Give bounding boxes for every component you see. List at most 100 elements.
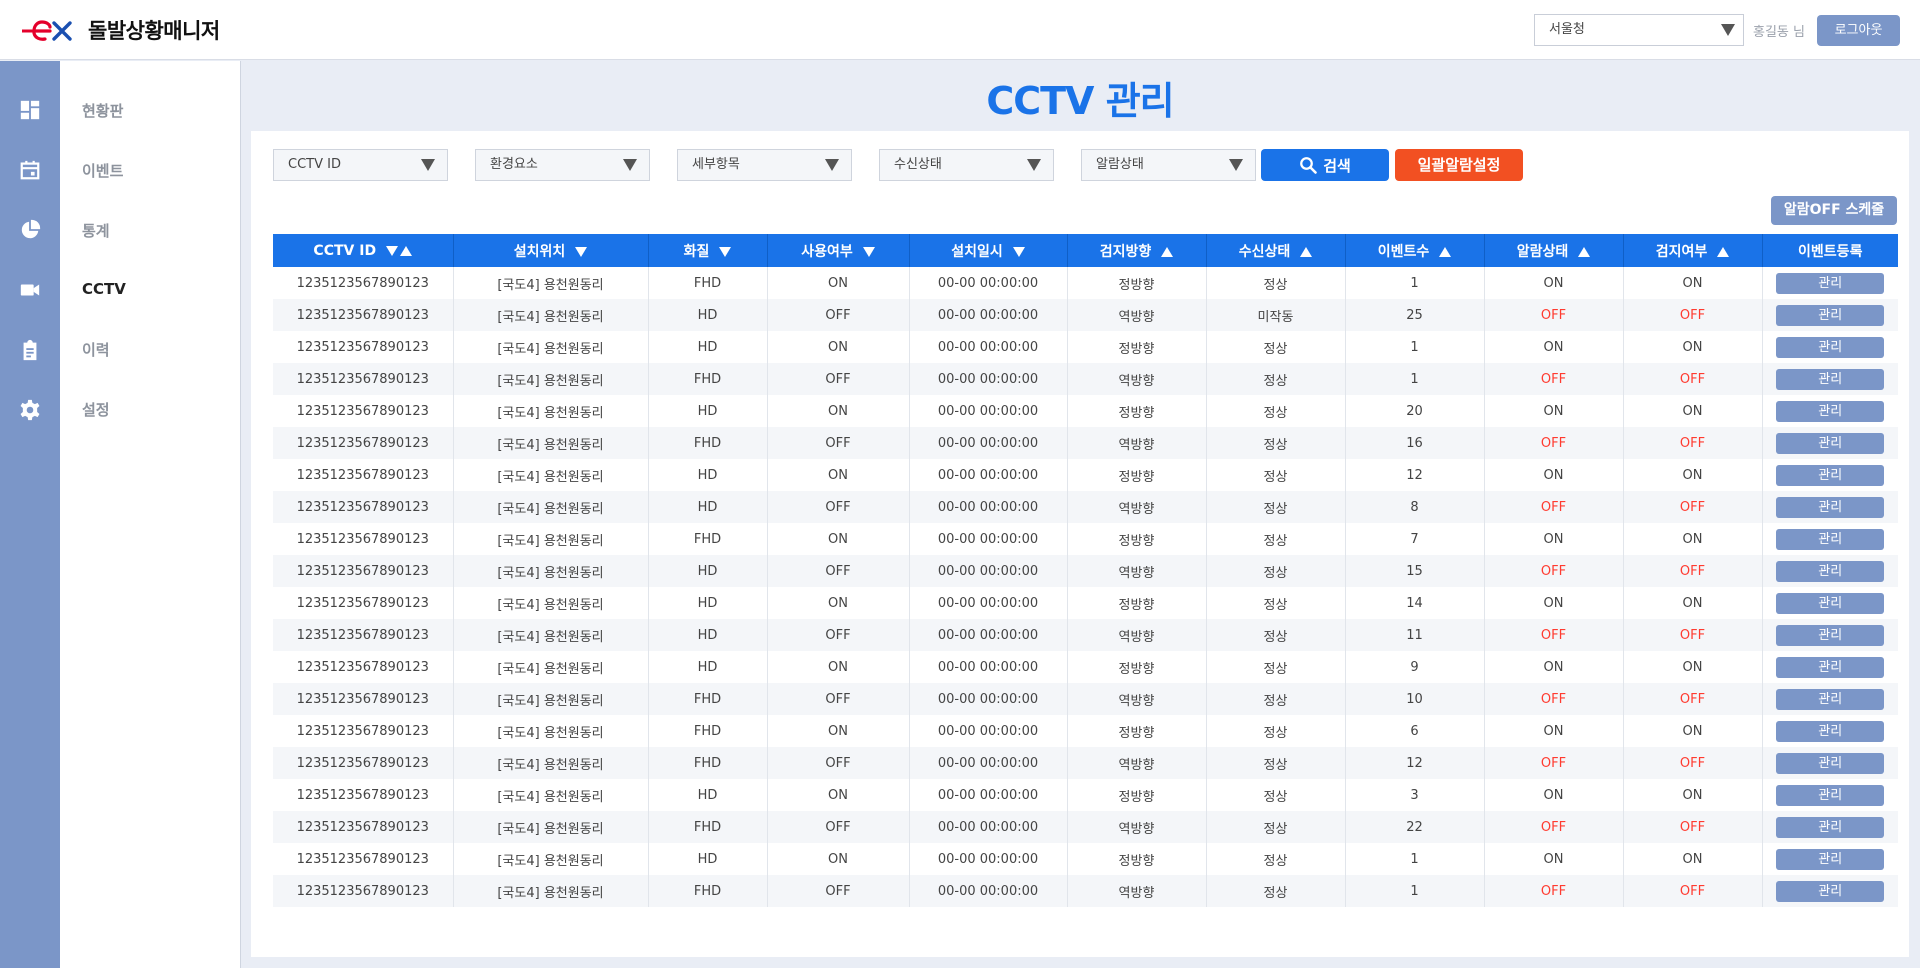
column-header-event-count[interactable]: 이벤트수	[1345, 234, 1485, 267]
table-row[interactable]: 1235123567890123 [국도4] 용천원동리 HD OFF 00-00 00…	[273, 299, 1898, 331]
cell-alarm-status: ON	[1484, 267, 1624, 299]
search-button[interactable]: 검색	[1261, 149, 1389, 181]
sidebar-item-statistics[interactable]: 통계	[82, 220, 110, 241]
manage-button[interactable]: 관리	[1776, 592, 1885, 614]
manage-button[interactable]: 관리	[1776, 752, 1885, 774]
sidebar-item-history[interactable]: 이력	[82, 339, 110, 360]
table-row[interactable]: 1235123567890123 [국도4] 용천원동리 HD ON 00-00 00:…	[273, 779, 1898, 811]
manage-button[interactable]: 관리	[1776, 496, 1885, 518]
cell-cctv-id: 1235123567890123	[273, 683, 454, 715]
column-header-quality[interactable]: 화질	[648, 234, 768, 267]
table-row[interactable]: 1235123567890123 [국도4] 용천원동리 FHD OFF 00-00 0…	[273, 811, 1898, 843]
manage-button[interactable]: 관리	[1776, 464, 1885, 486]
alarm-off-schedule-button[interactable]: 알람OFF 스케줄	[1771, 196, 1897, 225]
table-row[interactable]: 1235123567890123 [국도4] 용천원동리 HD ON 00-00 00:…	[273, 587, 1898, 619]
table-row[interactable]: 1235123567890123 [국도4] 용천원동리 FHD OFF 00-00 0…	[273, 747, 1898, 779]
manage-button[interactable]: 관리	[1776, 624, 1885, 646]
table-row[interactable]: 1235123567890123 [국도4] 용천원동리 FHD ON 00-00 00…	[273, 715, 1898, 747]
manage-button[interactable]: 관리	[1776, 784, 1885, 806]
table-row[interactable]: 1235123567890123 [국도4] 용천원동리 HD ON 00-00 00:…	[273, 459, 1898, 491]
manage-button[interactable]: 관리	[1776, 400, 1885, 422]
manage-button[interactable]: 관리	[1776, 432, 1885, 454]
manage-button[interactable]: 관리	[1776, 528, 1885, 550]
cell-alarm-status: ON	[1484, 779, 1624, 811]
column-header-alarm-status[interactable]: 알람상태	[1484, 234, 1624, 267]
cell-location: [국도4] 용천원동리	[453, 523, 649, 555]
manage-button[interactable]: 관리	[1776, 560, 1885, 582]
app-title: 돌발상황매니저	[88, 19, 220, 43]
manage-button[interactable]: 관리	[1776, 720, 1885, 742]
dashboard-icon[interactable]	[19, 99, 41, 121]
sidebar-item-settings[interactable]: 설정	[82, 399, 110, 420]
filter-cctv-id[interactable]: CCTV ID	[273, 149, 448, 181]
app-logo[interactable]: 돌발상황매니저	[20, 14, 220, 46]
cell-event-register: 관리	[1762, 299, 1898, 331]
manage-button[interactable]: 관리	[1776, 304, 1885, 326]
region-select[interactable]: 서울청	[1534, 14, 1744, 46]
table-row[interactable]: 1235123567890123 [국도4] 용천원동리 HD ON 00-00 00:…	[273, 395, 1898, 427]
table-row[interactable]: 1235123567890123 [국도4] 용천원동리 HD OFF 00-00 00…	[273, 491, 1898, 523]
table-row[interactable]: 1235123567890123 [국도4] 용천원동리 FHD OFF 00-00 0…	[273, 875, 1898, 907]
pie-chart-icon[interactable]	[19, 219, 41, 241]
sidebar-item-cctv[interactable]: CCTV	[82, 280, 126, 298]
table-row[interactable]: 1235123567890123 [국도4] 용천원동리 HD ON 00-00 00:…	[273, 843, 1898, 875]
bulk-alarm-settings-button[interactable]: 일괄알람설정	[1395, 149, 1523, 181]
table-row[interactable]: 1235123567890123 [국도4] 용천원동리 FHD OFF 00-00 0…	[273, 363, 1898, 395]
table-row[interactable]: 1235123567890123 [국도4] 용천원동리 HD OFF 00-00 00…	[273, 619, 1898, 651]
column-header-usage[interactable]: 사용여부	[767, 234, 910, 267]
column-header-label: CCTV ID	[313, 242, 377, 259]
manage-button[interactable]: 관리	[1776, 368, 1885, 390]
table-row[interactable]: 1235123567890123 [국도4] 용천원동리 FHD ON 00-00 00…	[273, 267, 1898, 299]
manage-button[interactable]: 관리	[1776, 656, 1885, 678]
manage-button[interactable]: 관리	[1776, 848, 1885, 870]
cell-receive-status: 정상	[1206, 843, 1346, 875]
filter-alarm-status[interactable]: 알람상태	[1081, 149, 1256, 181]
column-header-cctv-id[interactable]: CCTV ID	[273, 234, 454, 267]
cell-quality: FHD	[648, 363, 768, 395]
table-row[interactable]: 1235123567890123 [국도4] 용천원동리 FHD ON 00-00 00…	[273, 523, 1898, 555]
filter-detail[interactable]: 세부항목	[677, 149, 852, 181]
logout-button[interactable]: 로그아웃	[1817, 15, 1900, 46]
calendar-icon[interactable]	[19, 159, 41, 181]
cell-receive-status: 정상	[1206, 395, 1346, 427]
column-header-label: 검지여부	[1655, 243, 1708, 260]
cell-receive-status: 정상	[1206, 555, 1346, 587]
cell-event-count: 9	[1345, 651, 1485, 683]
column-header-receive-status[interactable]: 수신상태	[1206, 234, 1346, 267]
manage-button[interactable]: 관리	[1776, 880, 1885, 902]
table-row[interactable]: 1235123567890123 [국도4] 용천원동리 FHD OFF 00-00 0…	[273, 427, 1898, 459]
column-header-detection[interactable]: 검지여부	[1623, 234, 1763, 267]
cell-event-register: 관리	[1762, 683, 1898, 715]
manage-button[interactable]: 관리	[1776, 688, 1885, 710]
table-row[interactable]: 1235123567890123 [국도4] 용천원동리 HD OFF 00-00 00…	[273, 555, 1898, 587]
filter-receive-status[interactable]: 수신상태	[879, 149, 1054, 181]
cell-alarm-status: ON	[1484, 715, 1624, 747]
cell-direction: 역방향	[1067, 619, 1207, 651]
cell-location: [국도4] 용천원동리	[453, 555, 649, 587]
manage-button[interactable]: 관리	[1776, 336, 1885, 358]
cell-location: [국도4] 용천원동리	[453, 363, 649, 395]
column-header-location[interactable]: 설치위치	[453, 234, 649, 267]
table-row[interactable]: 1235123567890123 [국도4] 용천원동리 HD ON 00-00 00:…	[273, 331, 1898, 363]
sidebar-item-events[interactable]: 이벤트	[82, 160, 123, 181]
manage-button[interactable]: 관리	[1776, 816, 1885, 838]
user-name: 홍길동 님	[1753, 25, 1805, 40]
cell-event-count: 15	[1345, 555, 1485, 587]
chevron-down-icon	[825, 159, 839, 171]
cell-event-register: 관리	[1762, 331, 1898, 363]
sort-asc-icon	[400, 245, 413, 256]
cell-location: [국도4] 용천원동리	[453, 427, 649, 459]
gear-icon[interactable]	[19, 399, 41, 421]
sidebar-item-dashboard[interactable]: 현황판	[82, 100, 123, 121]
column-header-direction[interactable]: 검지방향	[1067, 234, 1207, 267]
table-row[interactable]: 1235123567890123 [국도4] 용천원동리 HD ON 00-00 00:…	[273, 651, 1898, 683]
video-camera-icon[interactable]	[19, 279, 41, 301]
manage-button[interactable]: 관리	[1776, 272, 1885, 294]
filter-environment[interactable]: 환경요소	[475, 149, 650, 181]
cell-detection: OFF	[1623, 747, 1763, 779]
table-row[interactable]: 1235123567890123 [국도4] 용천원동리 FHD OFF 00-00 0…	[273, 683, 1898, 715]
cell-install-date: 00-00 00:00:00	[909, 747, 1068, 779]
column-header-install-date[interactable]: 설치일시	[909, 234, 1068, 267]
cell-usage: OFF	[767, 299, 910, 331]
clipboard-icon[interactable]	[19, 339, 41, 361]
